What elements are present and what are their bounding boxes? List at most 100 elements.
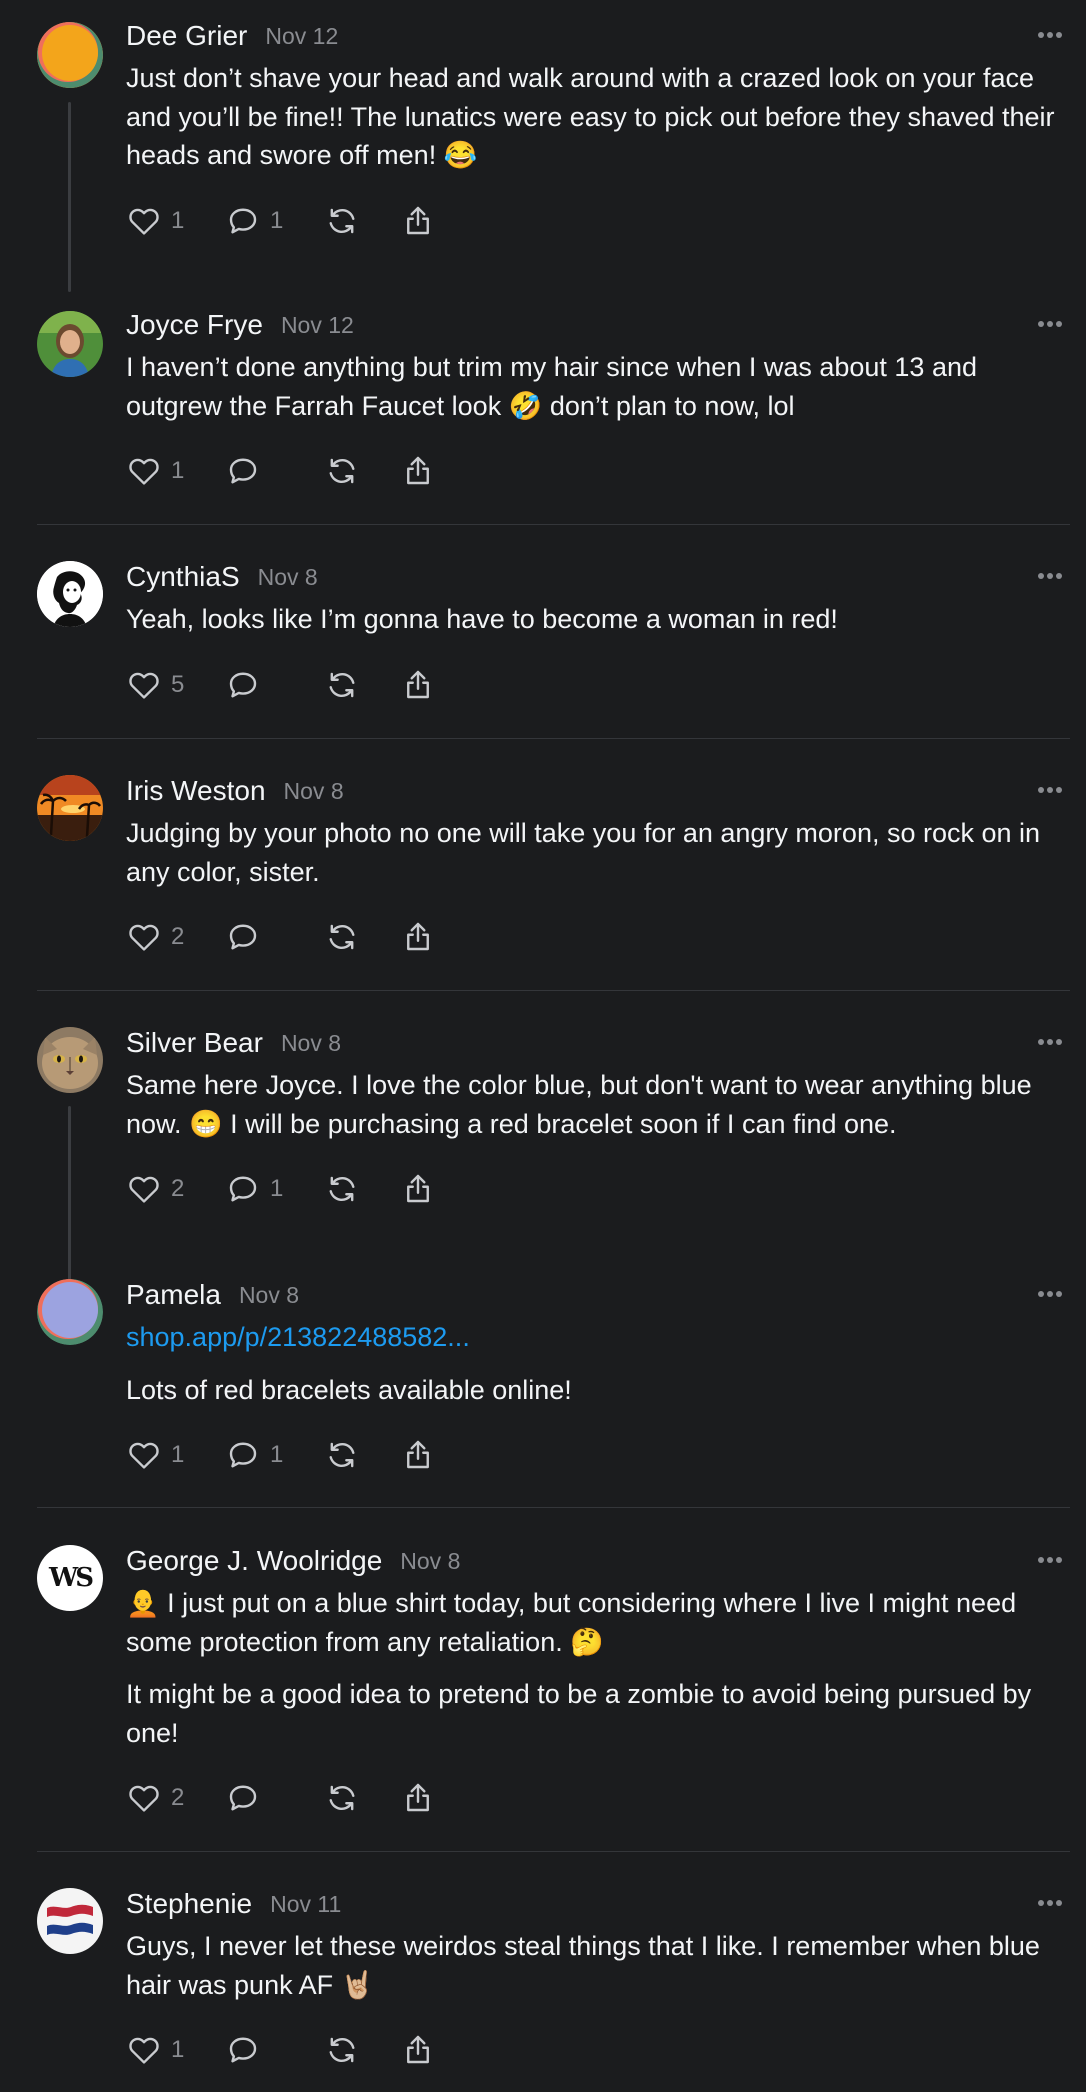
post-body: Just don’t shave your head and walk arou…	[126, 59, 1070, 175]
share-button[interactable]	[400, 1171, 436, 1207]
post-text: Yeah, looks like I’m gonna have to becom…	[126, 604, 838, 634]
author-name[interactable]: George J. Woolridge	[126, 1545, 382, 1577]
share-button[interactable]	[400, 1437, 436, 1473]
post-text: 🧑‍🦲 I just put on a blue shirt today, bu…	[126, 1588, 1017, 1657]
like-button[interactable]: 1	[126, 1437, 185, 1473]
share-icon	[407, 1440, 429, 1469]
like-button[interactable]: 1	[126, 203, 185, 239]
avatar[interactable]	[37, 311, 103, 377]
author-name[interactable]: Joyce Frye	[126, 309, 263, 341]
post-date[interactable]: Nov 12	[265, 23, 338, 50]
author-name[interactable]: Iris Weston	[126, 775, 266, 807]
like-button[interactable]: 2	[126, 1780, 185, 1816]
repost-button[interactable]	[324, 203, 360, 239]
heart-icon	[129, 1785, 159, 1812]
reply-button[interactable]	[225, 453, 284, 489]
post-date[interactable]: Nov 8	[239, 1282, 299, 1309]
more-options-icon[interactable]	[1030, 309, 1070, 339]
heart-icon	[129, 458, 159, 485]
like-button[interactable]: 2	[126, 1171, 185, 1207]
reply-button[interactable]: 1	[225, 1171, 284, 1207]
more-options-icon[interactable]	[1030, 561, 1070, 591]
avatar[interactable]	[37, 22, 103, 88]
post-text: Judging by your photo no one will take y…	[126, 818, 1041, 887]
reply-count: 1	[270, 1441, 284, 1468]
post-date[interactable]: Nov 8	[281, 1030, 341, 1057]
ws-logo: WS	[49, 1563, 94, 1593]
more-options-icon[interactable]	[1030, 1888, 1070, 1918]
avatar[interactable]	[37, 1027, 103, 1093]
share-button[interactable]	[400, 1780, 436, 1816]
repost-button[interactable]	[324, 453, 360, 489]
reply-button[interactable]	[225, 667, 284, 703]
reply-button[interactable]	[225, 919, 284, 955]
post-date[interactable]: Nov 8	[400, 1548, 460, 1575]
thread-line	[68, 1106, 71, 1288]
share-button[interactable]	[400, 203, 436, 239]
avatar[interactable]: WS	[37, 1545, 103, 1611]
action-bar: 5	[126, 665, 1070, 705]
repost-button[interactable]	[324, 919, 360, 955]
more-options-icon[interactable]	[1030, 1027, 1070, 1057]
avatar[interactable]	[37, 561, 103, 627]
share-icon	[407, 670, 429, 698]
comment-icon	[229, 1176, 257, 1202]
like-button[interactable]: 2	[126, 919, 185, 955]
divider	[37, 990, 1070, 991]
comment-icon	[229, 1442, 257, 1468]
repost-icon	[329, 208, 355, 233]
avatar[interactable]	[37, 1888, 103, 1954]
repost-button[interactable]	[324, 2032, 360, 2068]
share-button[interactable]	[400, 453, 436, 489]
reply-button[interactable]	[225, 1780, 284, 1816]
reply-button[interactable]: 1	[225, 1437, 284, 1473]
like-button[interactable]: 5	[126, 667, 185, 703]
more-options-icon[interactable]	[1030, 775, 1070, 805]
post-date[interactable]: Nov 11	[270, 1891, 341, 1918]
author-name[interactable]: Pamela	[126, 1279, 221, 1311]
author-name[interactable]: Silver Bear	[126, 1027, 263, 1059]
avatar[interactable]	[37, 775, 103, 841]
post-body: Judging by your photo no one will take y…	[126, 814, 1070, 891]
comment-icon	[229, 924, 257, 950]
author-name[interactable]: Dee Grier	[126, 20, 247, 52]
more-options-icon[interactable]	[1030, 1545, 1070, 1575]
repost-button[interactable]	[324, 667, 360, 703]
post-body: 🧑‍🦲 I just put on a blue shirt today, bu…	[126, 1584, 1070, 1752]
like-count: 2	[171, 1784, 185, 1811]
reply-button[interactable]	[225, 2032, 284, 2068]
post-date[interactable]: Nov 12	[281, 312, 354, 339]
action-bar: 1	[126, 2030, 1070, 2070]
divider	[37, 1851, 1070, 1852]
comment-icon	[229, 208, 257, 233]
author-name[interactable]: CynthiaS	[126, 561, 240, 593]
share-button[interactable]	[400, 2032, 436, 2068]
share-button[interactable]	[400, 667, 436, 703]
repost-icon	[329, 458, 355, 484]
action-bar: 2 1	[126, 1169, 1070, 1209]
avatar[interactable]	[37, 1279, 103, 1345]
post-date[interactable]: Nov 8	[284, 778, 344, 805]
author-name[interactable]: Stephenie	[126, 1888, 252, 1920]
reply-button[interactable]: 1	[225, 203, 284, 239]
repost-icon	[329, 1176, 355, 1202]
repost-button[interactable]	[324, 1780, 360, 1816]
post-text: I haven’t done anything but trim my hair…	[126, 352, 978, 421]
post-body: Yeah, looks like I’m gonna have to becom…	[126, 600, 1070, 639]
reply-feed: Dee Grier Nov 12 Just don’t shave your h…	[0, 0, 1086, 2092]
more-options-icon[interactable]	[1030, 1279, 1070, 1309]
shop-link[interactable]: shop.app/p/213822488582...	[126, 1322, 470, 1352]
repost-button[interactable]	[324, 1171, 360, 1207]
repost-button[interactable]	[324, 1437, 360, 1473]
post-text: Same here Joyce. I love the color blue, …	[126, 1070, 1032, 1139]
post-body: Guys, I never let these weirdos steal th…	[126, 1927, 1070, 2004]
like-count: 1	[171, 457, 185, 484]
share-button[interactable]	[400, 919, 436, 955]
post-date[interactable]: Nov 8	[258, 564, 318, 591]
like-button[interactable]: 1	[126, 453, 185, 489]
like-button[interactable]: 1	[126, 2032, 185, 2068]
share-icon	[407, 922, 429, 951]
more-options-icon[interactable]	[1030, 20, 1070, 50]
share-icon	[407, 1174, 429, 1203]
divider	[37, 1507, 1070, 1508]
